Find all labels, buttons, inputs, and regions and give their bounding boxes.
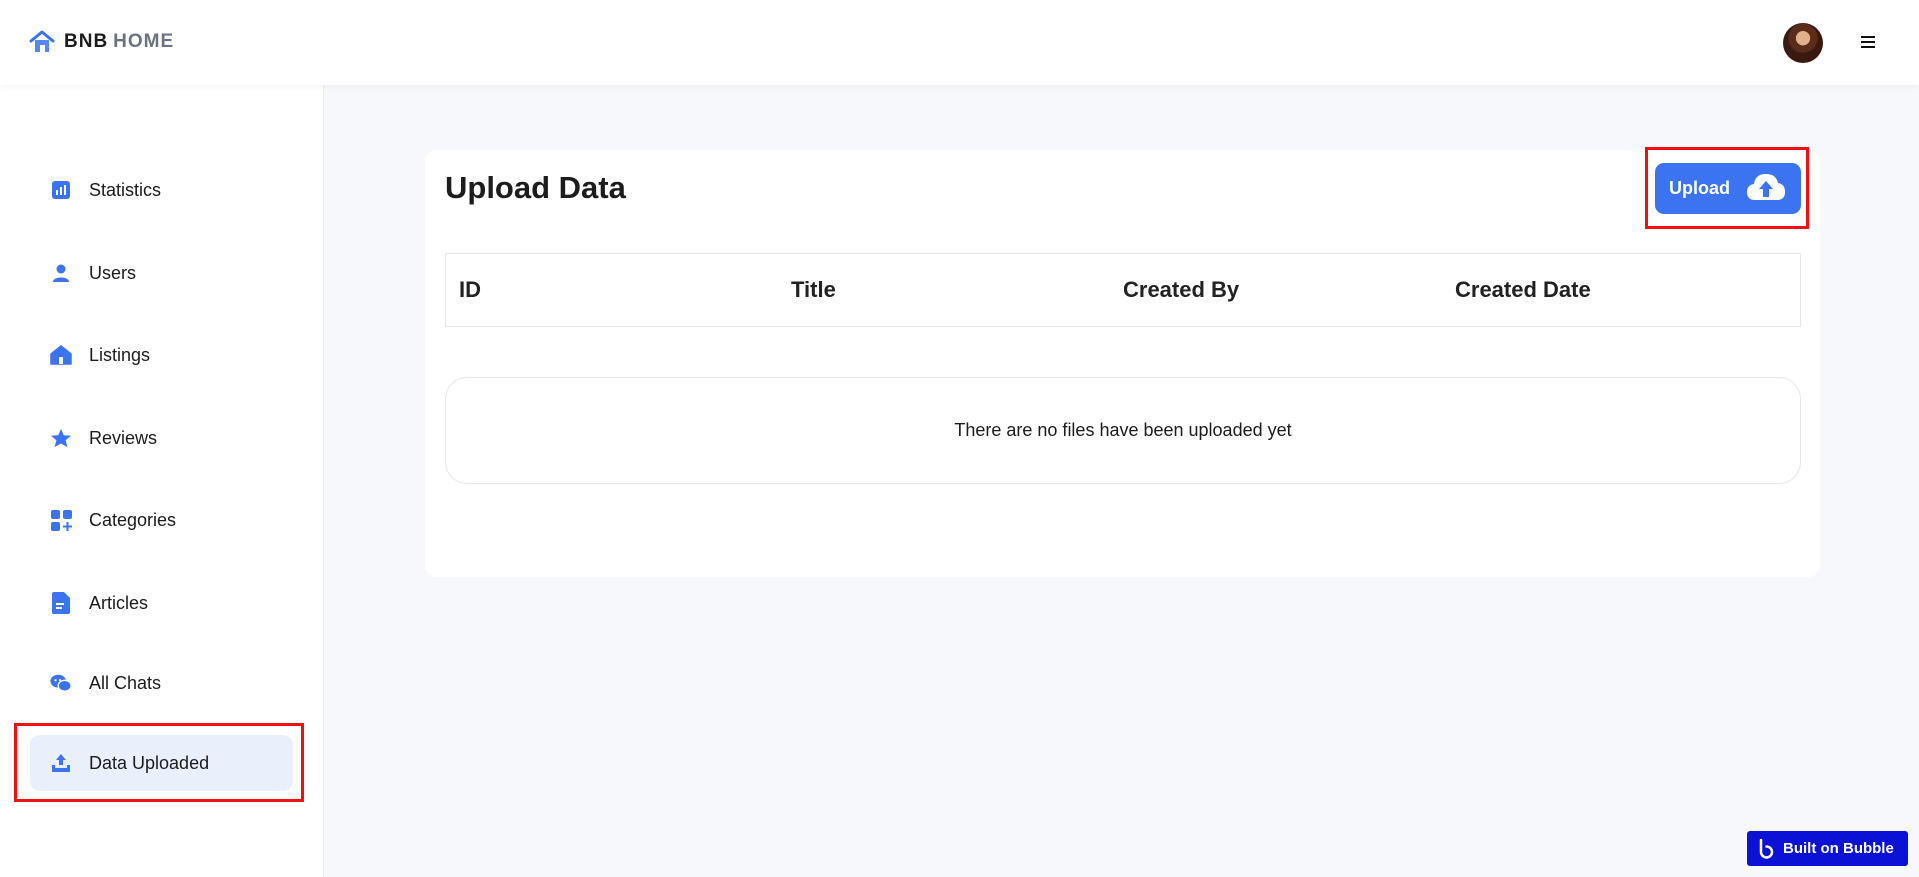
sidebar-item-label: Listings bbox=[89, 344, 151, 365]
sidebar: Statistics Users Listings Reviews Catego… bbox=[0, 85, 324, 877]
sidebar-item-data-uploaded[interactable]: Data Uploaded bbox=[30, 735, 293, 791]
bar-chart-icon bbox=[50, 179, 72, 201]
upload-button[interactable]: Upload bbox=[1655, 163, 1801, 214]
column-header-id: ID bbox=[459, 277, 481, 302]
sidebar-item-label: Articles bbox=[89, 592, 149, 613]
column-header-created-date: Created Date bbox=[1455, 277, 1591, 302]
grid-plus-icon bbox=[50, 509, 72, 531]
bubble-logo-icon bbox=[1759, 838, 1774, 859]
empty-state: There are no files have been uploaded ye… bbox=[445, 377, 1801, 484]
sidebar-item-label: All Chats bbox=[89, 672, 162, 693]
chat-bubbles-icon bbox=[50, 672, 72, 694]
table-header: ID Title Created By Created Date bbox=[445, 253, 1801, 327]
sidebar-item-users[interactable]: Users bbox=[30, 245, 293, 301]
column-header-created-by: Created By bbox=[1123, 277, 1240, 302]
sidebar-item-statistics[interactable]: Statistics bbox=[30, 162, 293, 218]
column-header-title: Title bbox=[791, 277, 836, 302]
cloud-upload-icon bbox=[1747, 174, 1785, 200]
house-logo-icon bbox=[29, 30, 55, 52]
sidebar-item-categories[interactable]: Categories bbox=[30, 492, 293, 548]
sidebar-item-label: Categories bbox=[89, 509, 177, 530]
sidebar-item-articles[interactable]: Articles bbox=[30, 575, 293, 631]
bubble-badge-label: Built on Bubble bbox=[1783, 840, 1894, 857]
user-icon bbox=[50, 262, 72, 284]
document-icon bbox=[50, 592, 72, 614]
page-title: Upload Data bbox=[445, 170, 626, 205]
user-avatar[interactable] bbox=[1783, 23, 1823, 63]
sidebar-item-label: Users bbox=[89, 262, 137, 283]
hamburger-menu-icon[interactable] bbox=[1857, 33, 1879, 53]
sidebar-item-label: Reviews bbox=[89, 427, 158, 448]
brand-name: BNB HOME bbox=[64, 31, 174, 53]
home-icon bbox=[50, 344, 72, 366]
sidebar-item-label: Statistics bbox=[89, 179, 162, 200]
brand-name-part2: HOME bbox=[113, 31, 175, 52]
brand-logo[interactable]: BNB HOME bbox=[28, 28, 174, 56]
sidebar-item-reviews[interactable]: Reviews bbox=[30, 410, 293, 466]
upload-tray-icon bbox=[50, 752, 72, 774]
sidebar-item-label: Data Uploaded bbox=[89, 752, 210, 773]
brand-name-part1: BNB bbox=[64, 31, 109, 52]
sidebar-item-listings[interactable]: Listings bbox=[30, 327, 293, 383]
sidebar-item-all-chats[interactable]: All Chats bbox=[30, 655, 293, 711]
empty-state-message: There are no files have been uploaded ye… bbox=[954, 420, 1292, 440]
top-bar: BNB HOME bbox=[0, 0, 1919, 85]
built-on-bubble-badge[interactable]: Built on Bubble bbox=[1747, 831, 1908, 866]
star-icon bbox=[50, 427, 72, 449]
upload-data-card: Upload Data Upload ID Title Created By C… bbox=[425, 150, 1820, 577]
upload-button-label: Upload bbox=[1669, 178, 1730, 198]
